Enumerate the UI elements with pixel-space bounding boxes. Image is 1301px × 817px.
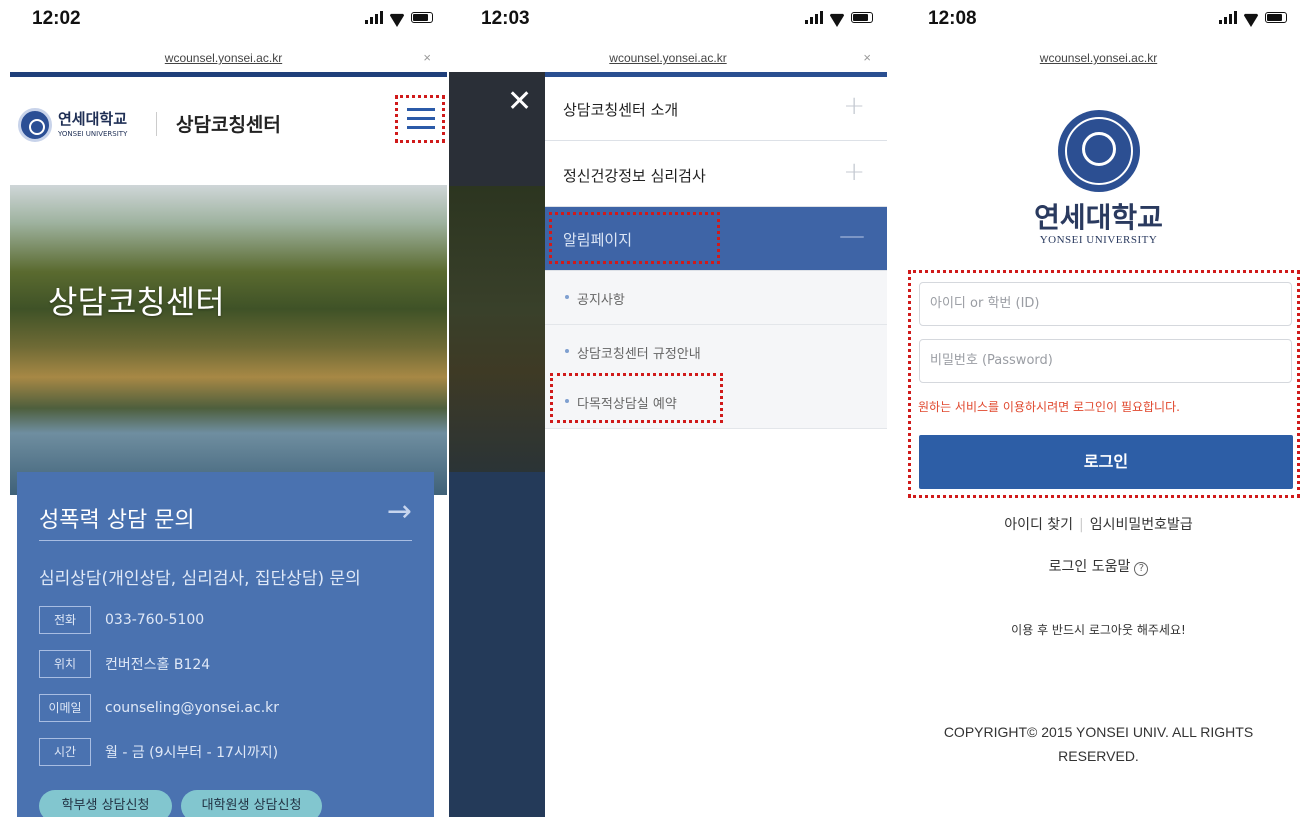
wifi-icon: [829, 11, 845, 23]
url-bar[interactable]: wcounsel.yonsei.ac.kr ×: [449, 44, 887, 72]
url-text: wcounsel.yonsei.ac.kr: [609, 51, 727, 65]
submenu-item-regulations[interactable]: 상담코칭센터 규정안내: [545, 325, 887, 379]
temp-password-link[interactable]: 임시비밀번호발급: [1090, 517, 1193, 533]
info-tag: 위치: [39, 650, 91, 678]
university-name-english: YONSEI UNIVERSITY: [58, 130, 128, 138]
seal-core: [1082, 132, 1116, 166]
undergrad-apply-button[interactable]: 학부생 상담신청: [39, 790, 172, 817]
menu-item-mental-health[interactable]: 정신건강정보 심리검사 +: [545, 143, 887, 207]
status-time: 12:02: [32, 8, 81, 29]
menu-line: [407, 108, 435, 111]
card-heading[interactable]: 성폭력 상담 문의: [39, 502, 195, 534]
close-tab-icon[interactable]: ×: [863, 50, 871, 65]
plus-icon[interactable]: +: [843, 91, 865, 121]
login-help-label: 로그인 도움말: [1048, 559, 1131, 575]
info-row-phone: 전화 033-760-5100: [39, 606, 204, 634]
info-value[interactable]: 033-760-5100: [105, 612, 204, 628]
menu-item-label: 상담코칭센터 소개: [563, 101, 679, 119]
card-divider: [39, 540, 412, 541]
submenu-item-label: 상담코칭센터 규정안내: [577, 347, 701, 362]
site-title[interactable]: 상담코칭센터: [176, 110, 281, 137]
highlight-reservation: [550, 373, 723, 423]
status-icons: [805, 10, 873, 24]
copyright: COPYRIGHT© 2015 YONSEI UNIV. ALL RIGHTS …: [943, 724, 1254, 764]
info-row-email: 이메일 counseling@yonsei.ac.kr: [39, 694, 279, 722]
status-bar: 12:08: [896, 0, 1301, 42]
dimmed-card: [449, 472, 545, 817]
status-time: 12:08: [928, 8, 977, 29]
university-name-english: YONSEI UNIVERSITY: [1039, 234, 1158, 246]
menu-item-intro[interactable]: 상담코칭센터 소개 +: [545, 77, 887, 141]
info-value: 월 - 금 (9시부터 - 17시까지): [105, 745, 279, 761]
info-value: 컨버전스홀 B124: [105, 657, 211, 673]
arrow-right-icon[interactable]: →: [387, 494, 412, 529]
card-subtitle: 심리상담(개인상담, 심리검사, 집단상담) 문의: [39, 569, 361, 589]
submenu-item-announcements[interactable]: 공지사항: [545, 271, 887, 325]
highlight-notices: [549, 212, 720, 264]
question-mark-icon: ?: [1134, 562, 1149, 576]
university-name: 연세대학교: [58, 110, 128, 128]
plus-icon[interactable]: +: [843, 157, 865, 187]
info-tag: 전화: [39, 606, 91, 634]
university-seal-icon[interactable]: [18, 108, 52, 142]
header-accent-line: [10, 72, 447, 77]
status-icons: [365, 10, 433, 24]
contact-card: 성폭력 상담 문의 → 심리상담(개인상담, 심리검사, 집단상담) 문의 전화…: [17, 472, 434, 817]
dimmed-background[interactable]: [449, 72, 545, 817]
signal-icon: [365, 10, 383, 24]
status-bar: 12:02: [0, 0, 447, 42]
close-icon[interactable]: ✕: [507, 84, 532, 119]
university-seal-icon: [1058, 110, 1140, 192]
url-text: wcounsel.yonsei.ac.kr: [164, 51, 283, 65]
bullet-icon: [565, 295, 569, 299]
login-help-link[interactable]: 로그인 도움말?: [896, 556, 1301, 576]
hamburger-menu-button[interactable]: [395, 95, 445, 143]
find-id-link[interactable]: 아이디 찾기: [1004, 517, 1073, 533]
hero-banner: 상담코칭센터: [10, 185, 447, 495]
grad-apply-button[interactable]: 대학원생 상담신청: [181, 790, 322, 817]
university-name: 연세대학교: [1034, 201, 1163, 234]
side-menu: 상담코칭센터 소개 + 정신건강정보 심리검사 + 알림페이지 — 공지사항 상…: [545, 72, 887, 817]
logout-notice: 이용 후 반드시 로그아웃 해주세요!: [1011, 623, 1186, 637]
url-bar[interactable]: wcounsel.yonsei.ac.kr ×: [0, 44, 447, 72]
wifi-icon: [1243, 11, 1259, 23]
wifi-icon: [389, 11, 405, 23]
info-row-location: 위치 컨버전스홀 B124: [39, 650, 210, 678]
signal-icon: [805, 10, 823, 24]
hero-title: 상담코칭센터: [48, 283, 225, 321]
header-divider: [156, 112, 157, 136]
screen-home: 12:02 wcounsel.yonsei.ac.kr × 연세대학교 YONS…: [0, 0, 447, 817]
status-time: 12:03: [481, 8, 530, 29]
dimmed-hero: [449, 186, 545, 496]
site-header: 연세대학교 YONSEI UNIVERSITY 상담코칭센터: [0, 78, 447, 178]
signal-icon: [1219, 10, 1237, 24]
battery-icon: [851, 11, 873, 23]
bullet-icon: [565, 349, 569, 353]
link-divider: |: [1079, 517, 1084, 533]
close-tab-icon[interactable]: ×: [423, 50, 431, 65]
info-tag: 시간: [39, 738, 91, 766]
menu-line: [407, 117, 435, 120]
status-bar: 12:03: [449, 0, 887, 42]
battery-icon: [411, 11, 433, 23]
info-tag: 이메일: [39, 694, 91, 722]
account-links: 아이디 찾기 | 임시비밀번호발급: [896, 514, 1301, 534]
url-bar[interactable]: wcounsel.yonsei.ac.kr: [896, 44, 1301, 72]
url-text: wcounsel.yonsei.ac.kr: [1039, 51, 1158, 65]
submenu-item-label: 공지사항: [577, 293, 625, 308]
minus-icon[interactable]: —: [839, 221, 865, 251]
status-icons: [1219, 10, 1287, 24]
screen-login: 12:08 wcounsel.yonsei.ac.kr 연세대학교 YONSEI…: [896, 0, 1301, 817]
info-row-hours: 시간 월 - 금 (9시부터 - 17시까지): [39, 738, 278, 766]
menu-item-label: 정신건강정보 심리검사: [563, 167, 706, 185]
menu-line: [407, 126, 435, 129]
info-value[interactable]: counseling@yonsei.ac.kr: [105, 700, 279, 716]
screen-menu: 12:03 wcounsel.yonsei.ac.kr × ✕ 상담코칭센터 소…: [449, 0, 887, 817]
highlight-login-form: [908, 270, 1300, 498]
battery-icon: [1265, 11, 1287, 23]
